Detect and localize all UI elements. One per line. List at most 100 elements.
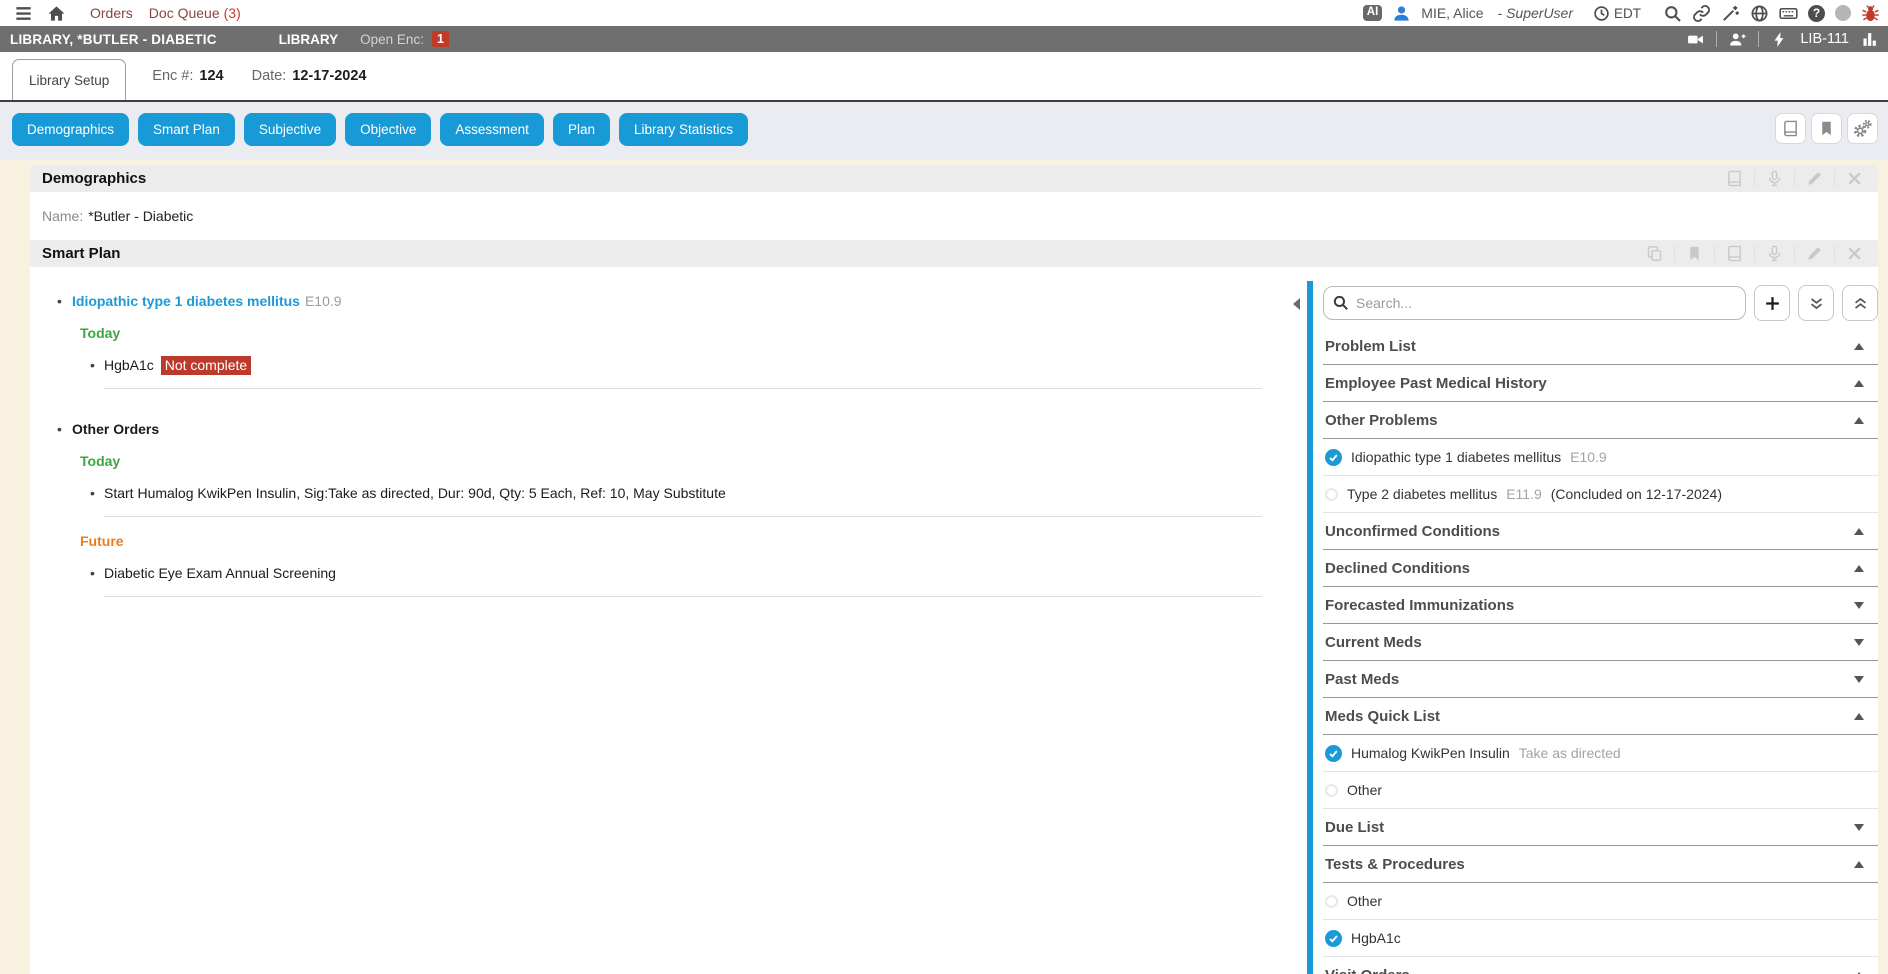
chevron-up-icon[interactable] <box>1854 380 1864 387</box>
sidebar-section-past-meds[interactable]: Past Meds <box>1323 661 1878 698</box>
clock-icon[interactable] <box>1593 5 1610 22</box>
open-enc-badge[interactable]: 1 <box>432 31 449 47</box>
link-icon[interactable] <box>1692 4 1711 23</box>
section-label: Past Meds <box>1325 671 1399 688</box>
chevron-down-icon[interactable] <box>1854 639 1864 646</box>
search-input[interactable] <box>1323 286 1746 320</box>
list-item-type2-diabetes[interactable]: Type 2 diabetes mellitus E11.9 (Conclude… <box>1323 476 1878 513</box>
future-label: Future <box>80 533 1271 549</box>
wand-icon[interactable] <box>1721 4 1740 23</box>
gears-icon[interactable] <box>1847 113 1878 144</box>
problem-title[interactable]: Idiopathic type 1 diabetes mellitus <box>72 293 300 309</box>
list-item-idiopathic-diabetes[interactable]: Idiopathic type 1 diabetes mellitus E10.… <box>1323 439 1878 476</box>
copy-icon[interactable] <box>1635 245 1674 262</box>
section-label: Employee Past Medical History <box>1325 375 1547 392</box>
bug-icon[interactable] <box>1861 4 1880 23</box>
microphone-icon[interactable] <box>1754 170 1794 187</box>
sidebar-section-meds-quick-list[interactable]: Meds Quick List <box>1323 698 1878 735</box>
book-icon[interactable] <box>1775 113 1806 144</box>
chevron-up-icon[interactable] <box>1854 565 1864 572</box>
help-icon[interactable] <box>1808 5 1825 22</box>
encounter-bar: Library Setup Enc #: 124 Date: 12-17-202… <box>0 52 1888 102</box>
sidebar-section-forecasted-immunizations[interactable]: Forecasted Immunizations <box>1323 587 1878 624</box>
tab-plan[interactable]: Plan <box>553 113 610 146</box>
sidebar-section-unconfirmed-conditions[interactable]: Unconfirmed Conditions <box>1323 513 1878 550</box>
doc-queue-count[interactable]: (3) <box>224 5 241 21</box>
chevron-down-icon[interactable] <box>1854 676 1864 683</box>
unchecked-circle-icon[interactable] <box>1325 488 1338 501</box>
collapse-left-icon[interactable] <box>1293 298 1300 310</box>
sidebar-section-other-problems[interactable]: Other Problems <box>1323 402 1878 439</box>
checked-circle-icon[interactable] <box>1325 930 1342 947</box>
book-icon[interactable] <box>1715 170 1754 187</box>
chevron-up-icon[interactable] <box>1854 713 1864 720</box>
menu-item-doc-queue[interactable]: Doc Queue <box>149 5 220 21</box>
add-user-icon[interactable] <box>1729 31 1746 48</box>
keyboard-icon[interactable] <box>1779 4 1798 23</box>
collapse-all-button[interactable] <box>1842 285 1878 321</box>
ai-badge[interactable]: AI <box>1363 5 1383 21</box>
tab-objective[interactable]: Objective <box>345 113 431 146</box>
list-item-other-med[interactable]: Other <box>1323 772 1878 809</box>
section-label: Declined Conditions <box>1325 560 1470 577</box>
tab-library-statistics[interactable]: Library Statistics <box>619 113 748 146</box>
order-text: Start Humalog KwikPen Insulin, Sig:Take … <box>104 485 726 501</box>
search-icon[interactable] <box>1663 4 1682 23</box>
chevron-down-icon[interactable] <box>1854 602 1864 609</box>
pencil-icon[interactable] <box>1794 245 1834 262</box>
pencil-icon[interactable] <box>1794 170 1834 187</box>
tab-subjective[interactable]: Subjective <box>244 113 336 146</box>
status-badge: Not complete <box>161 356 251 375</box>
chart-panel: Demographics Name: <box>30 165 1878 974</box>
sidebar-section-employee-past-medical-history[interactable]: Employee Past Medical History <box>1323 365 1878 402</box>
user-role: - SuperUser <box>1498 5 1573 21</box>
list-item-hgba1c[interactable]: HgbA1c <box>1323 920 1878 957</box>
close-icon[interactable] <box>1834 170 1874 187</box>
problem-code: E10.9 <box>305 293 342 309</box>
checked-circle-icon[interactable] <box>1325 449 1342 466</box>
sidebar-section-declined-conditions[interactable]: Declined Conditions <box>1323 550 1878 587</box>
list-item-other-test[interactable]: Other <box>1323 883 1878 920</box>
checked-circle-icon[interactable] <box>1325 745 1342 762</box>
patient-name[interactable]: LIBRARY, *BUTLER - DIABETIC <box>10 32 217 47</box>
chevron-up-icon[interactable] <box>1854 417 1864 424</box>
order-item-hgba1c[interactable]: HgbA1c Not complete <box>104 356 1262 389</box>
sidebar-section-due-list[interactable]: Due List <box>1323 809 1878 846</box>
close-icon[interactable] <box>1834 245 1874 262</box>
practice-name[interactable]: LIBRARY <box>279 32 339 47</box>
lightning-icon[interactable] <box>1771 31 1788 48</box>
bookmark-icon[interactable] <box>1811 113 1842 144</box>
library-setup-button[interactable]: Library Setup <box>12 59 126 100</box>
menu-icon[interactable] <box>14 4 33 23</box>
bar-chart-icon[interactable] <box>1861 31 1878 48</box>
home-icon[interactable] <box>47 4 66 23</box>
add-order-button[interactable] <box>1754 285 1790 321</box>
sidebar-section-visit-orders[interactable]: Visit Orders <box>1323 957 1878 974</box>
tab-smart-plan[interactable]: Smart Plan <box>138 113 235 146</box>
item-detail: Take as directed <box>1519 745 1621 761</box>
sidebar-section-problem-list[interactable]: Problem List <box>1323 328 1878 365</box>
globe-icon[interactable] <box>1750 4 1769 23</box>
video-camera-icon[interactable] <box>1687 31 1704 48</box>
chevron-up-icon[interactable] <box>1854 343 1864 350</box>
sidebar-section-current-meds[interactable]: Current Meds <box>1323 624 1878 661</box>
user-icon[interactable] <box>1392 4 1411 23</box>
order-item-humalog[interactable]: Start Humalog KwikPen Insulin, Sig:Take … <box>104 484 1262 517</box>
microphone-icon[interactable] <box>1754 245 1794 262</box>
chevron-down-icon[interactable] <box>1854 824 1864 831</box>
unchecked-circle-icon[interactable] <box>1325 895 1338 908</box>
list-item-humalog[interactable]: Humalog KwikPen Insulin Take as directed <box>1323 735 1878 772</box>
order-item-eye-exam[interactable]: Diabetic Eye Exam Annual Screening <box>104 564 1262 597</box>
chevron-up-icon[interactable] <box>1854 528 1864 535</box>
chevron-up-icon[interactable] <box>1854 861 1864 868</box>
user-name[interactable]: MIE, Alice <box>1421 5 1483 21</box>
menu-item-orders[interactable]: Orders <box>90 5 133 21</box>
book-icon[interactable] <box>1714 245 1754 262</box>
tab-assessment[interactable]: Assessment <box>440 113 544 146</box>
unchecked-circle-icon[interactable] <box>1325 784 1338 797</box>
tab-demographics[interactable]: Demographics <box>12 113 129 146</box>
bookmark-icon[interactable] <box>1674 245 1714 262</box>
content-area: Demographics Name: <box>0 160 1888 974</box>
expand-all-button[interactable] <box>1798 285 1834 321</box>
sidebar-section-tests-procedures[interactable]: Tests & Procedures <box>1323 846 1878 883</box>
